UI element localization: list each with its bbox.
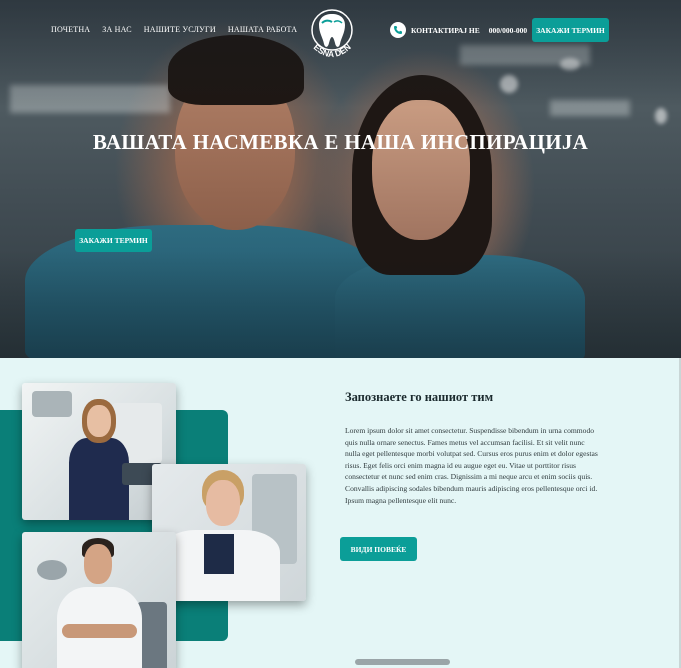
tooth-icon: VESNA DENT bbox=[300, 0, 353, 59]
phone-icon bbox=[390, 22, 406, 38]
team-photo-man bbox=[22, 532, 176, 668]
nav-item-services[interactable]: НАШИТЕ УСЛУГИ bbox=[144, 25, 216, 34]
nav-item-about[interactable]: ЗА НАС bbox=[102, 25, 131, 34]
contact-info[interactable]: КОНТАКТИРАЈ НЕ 000/000-000 bbox=[390, 22, 527, 38]
contact-label: КОНТАКТИРАЈ НЕ bbox=[411, 25, 480, 35]
hero-book-button[interactable]: ЗАКАЖИ ТЕРМИН bbox=[75, 229, 152, 252]
nav-item-work[interactable]: НАШАТА РАБОТА bbox=[228, 25, 297, 34]
main-nav: ПОЧЕТНА ЗА НАС НАШИТЕ УСЛУГИ НАШАТА РАБО… bbox=[51, 25, 297, 34]
book-appointment-button[interactable]: ЗАКАЖИ ТЕРМИН bbox=[532, 18, 609, 42]
see-more-button[interactable]: ВИДИ ПОВЕЌЕ bbox=[340, 537, 417, 561]
horizontal-scrollbar[interactable] bbox=[355, 659, 450, 665]
hero-title: ВАШАТА НАСМЕВКА Е НАША ИНСПИРАЦИЈА bbox=[92, 130, 589, 154]
logo[interactable]: VESNA DENT bbox=[300, 0, 361, 68]
team-section-title: Запознаете го нашиот тим bbox=[345, 390, 494, 404]
nav-item-home[interactable]: ПОЧЕТНА bbox=[51, 25, 90, 34]
team-description: Lorem ipsum dolor sit amet consectetur. … bbox=[345, 426, 598, 505]
contact-phone: 000/000-000 bbox=[488, 25, 528, 35]
